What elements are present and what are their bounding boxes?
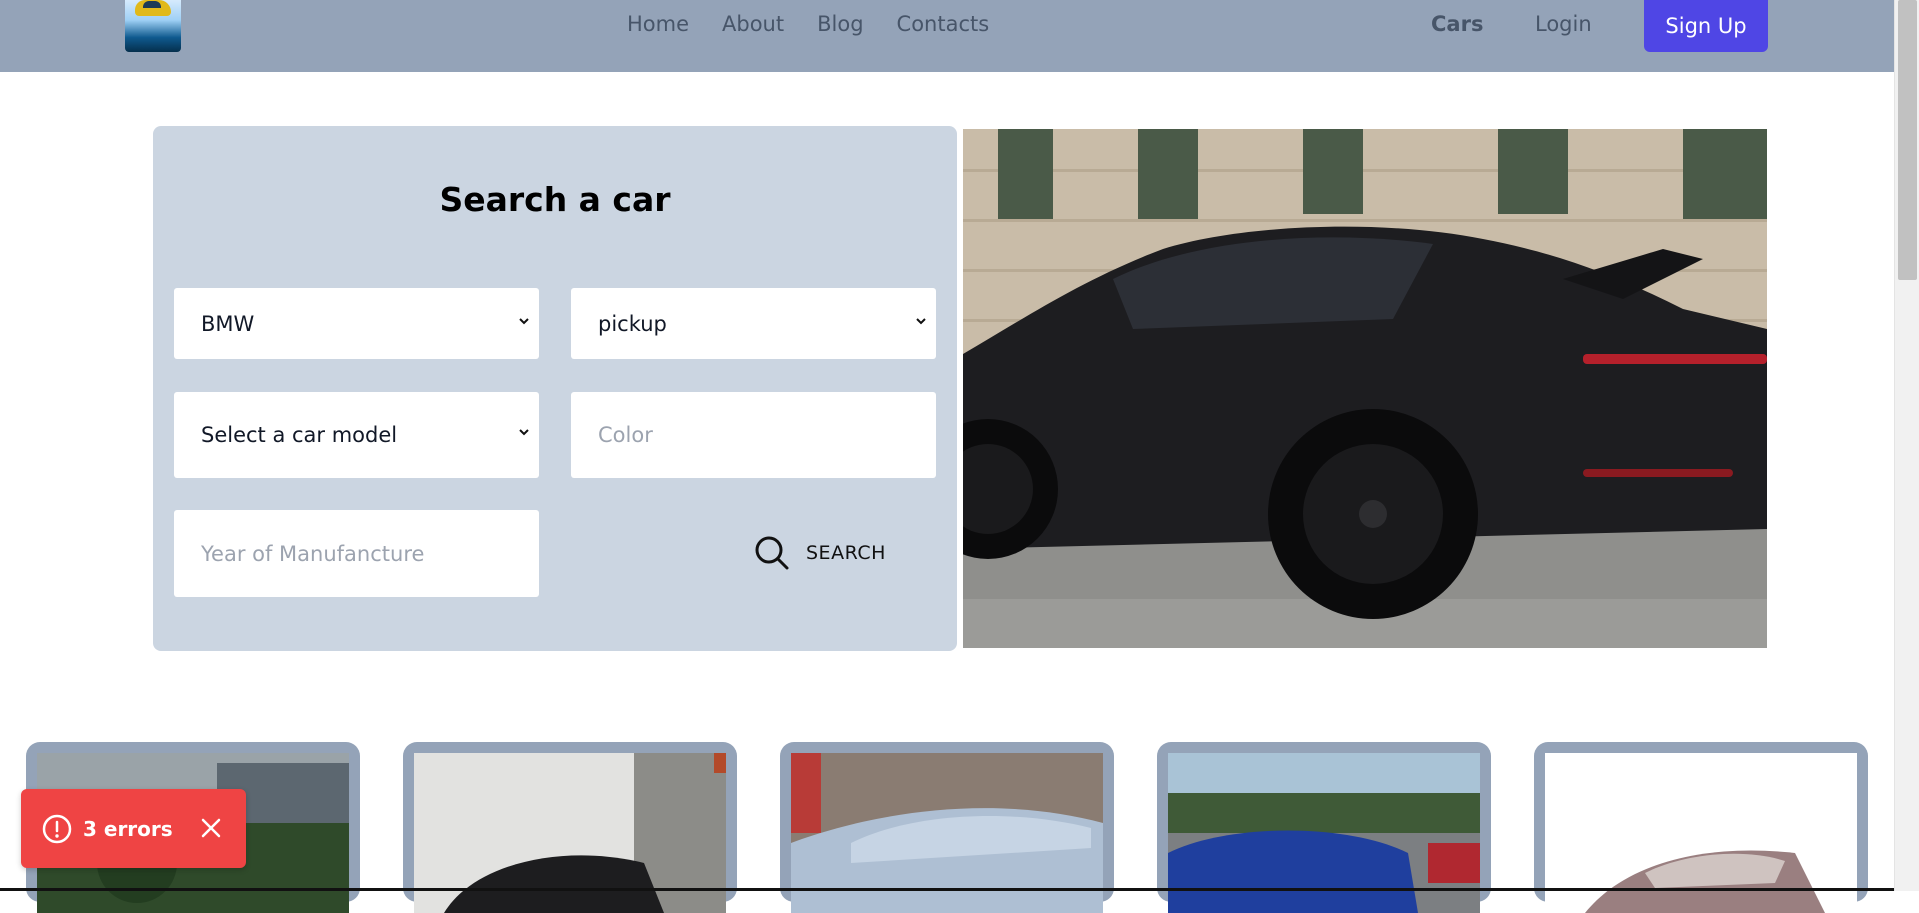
search-title: Search a car — [439, 180, 671, 219]
color-input-placeholder: Color — [598, 423, 653, 447]
error-count-text: 3 errors — [83, 816, 173, 841]
year-input[interactable]: Year of Manufancture — [174, 510, 539, 597]
nav-link-blog[interactable]: Blog — [817, 12, 863, 36]
nav-link-cars[interactable]: Cars — [1431, 0, 1483, 48]
car-card[interactable] — [403, 742, 737, 913]
search-button-label: SEARCH — [806, 542, 886, 564]
model-select-value: Select a car model — [201, 423, 398, 447]
car-card[interactable] — [780, 742, 1114, 913]
close-icon[interactable] — [200, 817, 222, 839]
logo-window-shape — [143, 1, 161, 8]
hero-car-image — [963, 129, 1767, 648]
search-icon — [755, 536, 789, 570]
make-select-value: BMW — [201, 311, 255, 336]
search-button[interactable]: SEARCH — [754, 530, 886, 576]
car-card[interactable] — [1534, 742, 1868, 913]
nav-link-about[interactable]: About — [722, 12, 784, 36]
alert-circle-icon — [42, 814, 72, 843]
search-panel: Search a car BMW pickup Select a car mod… — [153, 126, 957, 651]
chevron-down-icon — [916, 317, 926, 324]
body-type-select-value: pickup — [598, 311, 667, 336]
chevron-down-icon — [519, 317, 529, 324]
body-type-select[interactable]: pickup — [571, 288, 936, 359]
navbar: Home About Blog Contacts Cars Login Sign… — [0, 0, 1894, 72]
logo[interactable] — [125, 0, 181, 52]
hero-car-illustration — [963, 129, 1767, 648]
scrollbar-thumb[interactable] — [1898, 0, 1917, 280]
login-link[interactable]: Login — [1535, 0, 1592, 48]
signup-button[interactable]: Sign Up — [1644, 0, 1768, 52]
page-scrollbar[interactable] — [1894, 0, 1919, 891]
error-toast[interactable]: 3 errors — [21, 789, 246, 868]
make-select[interactable]: BMW — [174, 288, 539, 359]
year-input-placeholder: Year of Manufancture — [201, 541, 425, 566]
main-nav: Home About Blog Contacts — [627, 0, 1022, 48]
nav-link-contacts[interactable]: Contacts — [897, 12, 990, 36]
car-card[interactable] — [1157, 742, 1491, 913]
model-select[interactable]: Select a car model — [174, 392, 539, 478]
color-input[interactable]: Color — [571, 392, 936, 478]
chevron-down-icon — [519, 429, 529, 436]
nav-link-home[interactable]: Home — [627, 12, 689, 36]
